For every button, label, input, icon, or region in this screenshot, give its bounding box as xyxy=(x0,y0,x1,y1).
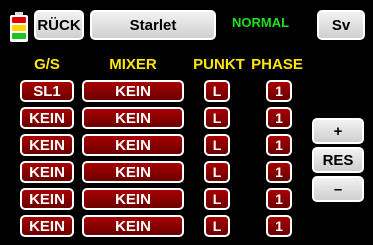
gs-button[interactable]: KEIN xyxy=(20,134,74,156)
column-header-punkt: PUNKT xyxy=(193,56,245,73)
battery-segment-red xyxy=(12,17,26,23)
flight-mode-label: NORMAL xyxy=(232,15,290,30)
mixer-button[interactable]: KEIN xyxy=(82,215,184,237)
battery-segment-green xyxy=(12,33,26,39)
reset-button[interactable]: RES xyxy=(312,147,364,173)
point-button[interactable]: L xyxy=(204,188,230,210)
point-button[interactable]: L xyxy=(204,134,230,156)
gs-button[interactable]: SL1 xyxy=(20,80,74,102)
battery-segment-yellow xyxy=(12,25,26,31)
save-button[interactable]: Sv xyxy=(317,10,365,40)
mixer-button[interactable]: KEIN xyxy=(82,134,184,156)
gs-button[interactable]: KEIN xyxy=(20,161,74,183)
point-button[interactable]: L xyxy=(204,161,230,183)
point-button[interactable]: L xyxy=(204,80,230,102)
battery-icon xyxy=(10,12,28,42)
gs-button[interactable]: KEIN xyxy=(20,107,74,129)
phase-button[interactable]: 1 xyxy=(266,188,292,210)
mixer-button[interactable]: KEIN xyxy=(82,161,184,183)
phase-button[interactable]: 1 xyxy=(266,134,292,156)
column-header-mixer: MIXER xyxy=(109,56,157,73)
mixer-button[interactable]: KEIN xyxy=(82,107,184,129)
point-button[interactable]: L xyxy=(204,215,230,237)
model-name-button[interactable]: Starlet xyxy=(90,10,216,40)
column-header-gs: G/S xyxy=(34,56,60,73)
mixer-button[interactable]: KEIN xyxy=(82,188,184,210)
column-header-phase: PHASE xyxy=(251,56,303,73)
gs-button[interactable]: KEIN xyxy=(20,215,74,237)
gs-button[interactable]: KEIN xyxy=(20,188,74,210)
phase-button[interactable]: 1 xyxy=(266,161,292,183)
phase-button[interactable]: 1 xyxy=(266,215,292,237)
minus-button[interactable]: – xyxy=(312,176,364,202)
phase-button[interactable]: 1 xyxy=(266,107,292,129)
plus-button[interactable]: + xyxy=(312,118,364,144)
point-button[interactable]: L xyxy=(204,107,230,129)
mixer-button[interactable]: KEIN xyxy=(82,80,184,102)
phase-button[interactable]: 1 xyxy=(266,80,292,102)
back-button[interactable]: RÜCK xyxy=(34,10,84,40)
